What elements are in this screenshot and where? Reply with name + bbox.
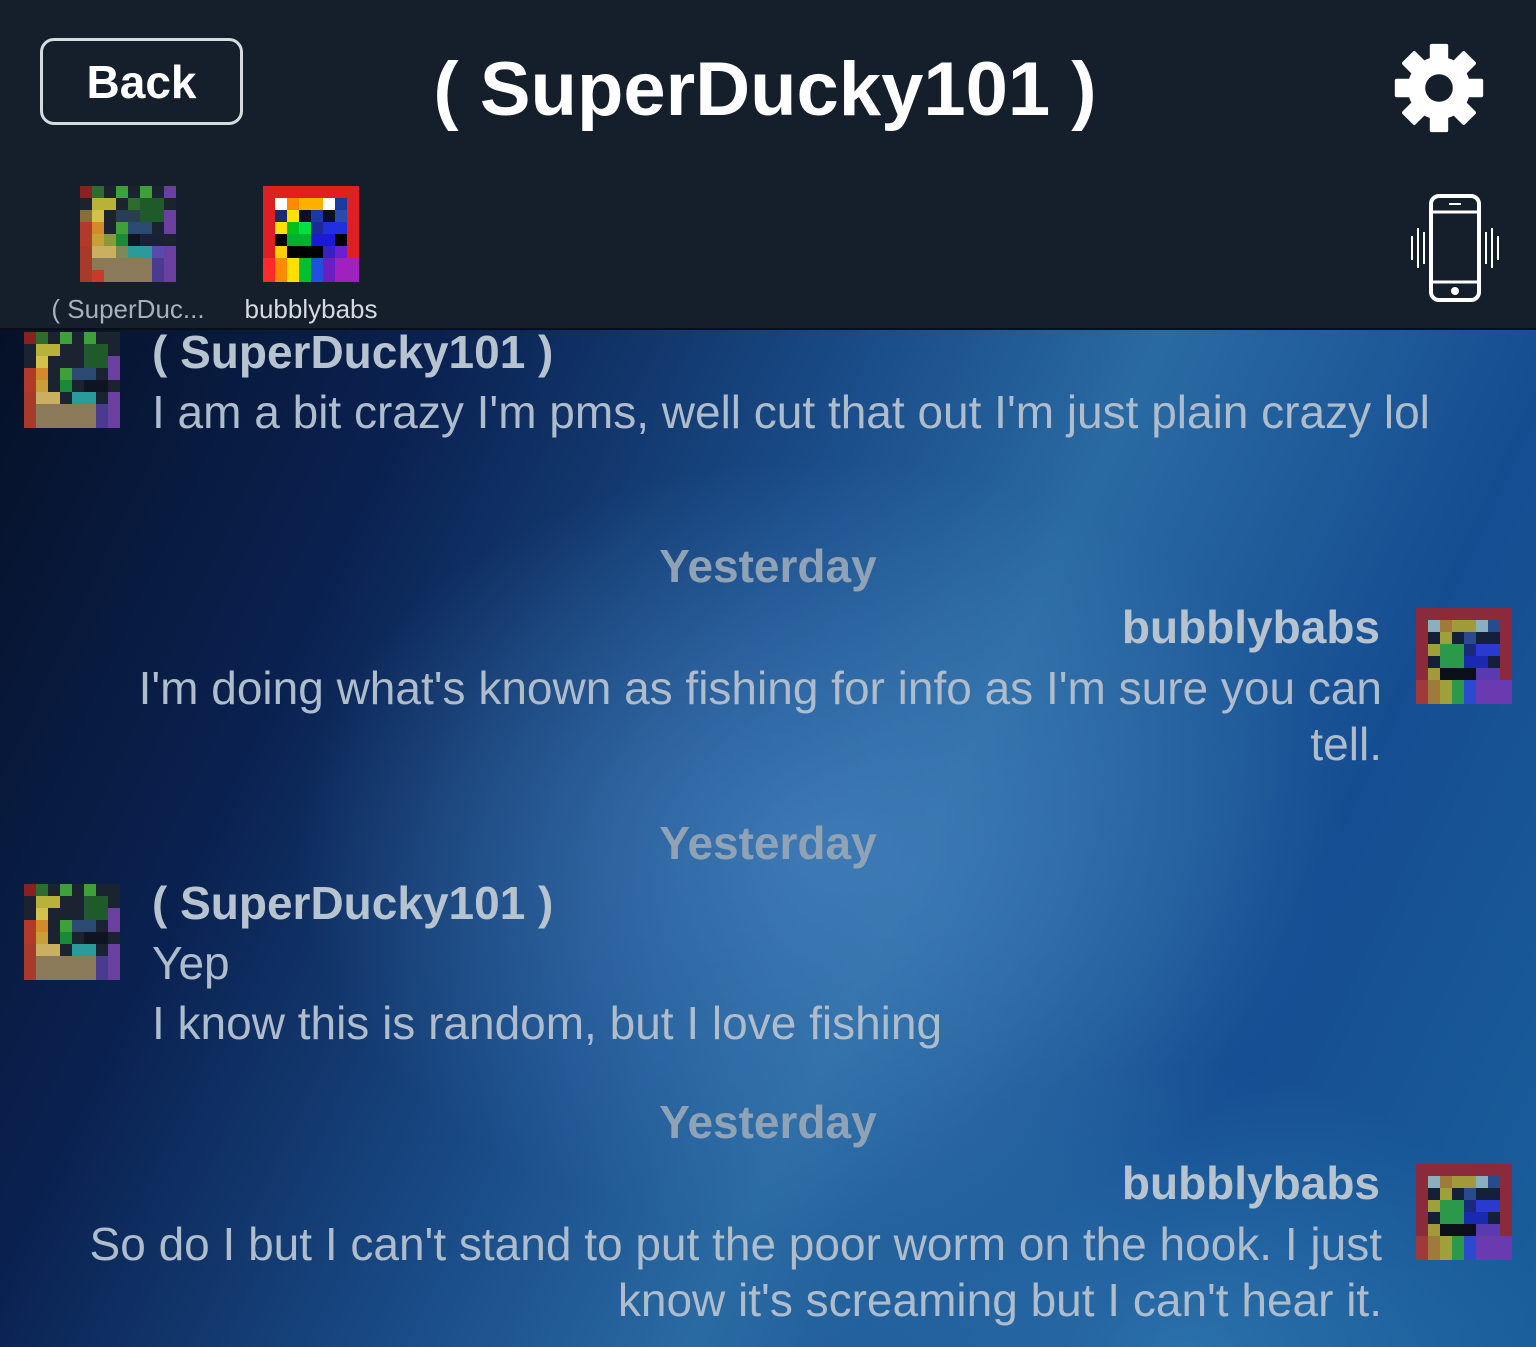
message-line: tell.: [1310, 718, 1382, 770]
message-line: I'm doing what's known as fishing for in…: [138, 662, 1382, 714]
avatar: [80, 186, 176, 282]
avatar[interactable]: [24, 884, 120, 980]
gear-icon[interactable]: [1393, 42, 1485, 134]
message-text: I am a bit crazy I'm pms, well cut that …: [152, 384, 1430, 440]
chat-header: Back ( SuperDucky101 ) (SuperDuc... bub…: [0, 0, 1536, 330]
phone-vibrate-icon[interactable]: [1408, 192, 1502, 304]
participant-bubblybabs[interactable]: bubblybabs: [232, 186, 390, 324]
message-line: Yep: [152, 937, 230, 989]
back-button[interactable]: Back: [40, 38, 243, 125]
message-text: I'm doing what's known as fishing for in…: [139, 660, 1382, 772]
date-separator: Yesterday: [659, 1096, 877, 1148]
message-line: know it's screaming but I can't hear it.: [617, 1274, 1382, 1326]
avatar[interactable]: [1416, 1164, 1512, 1260]
avatar[interactable]: [1416, 608, 1512, 704]
message-text: So do I but I can't stand to put the poo…: [90, 1216, 1382, 1328]
message-sender: ( SuperDucky101 ): [152, 330, 554, 378]
date-separator: Yesterday: [659, 817, 877, 869]
date-separator: Yesterday: [659, 540, 877, 592]
message-line: I am a bit crazy I'm pms, well cut that …: [152, 386, 1430, 438]
message-sender: bubblybabs: [1121, 601, 1380, 653]
participant-name: bubblybabs: [244, 294, 378, 324]
message-sender: ( SuperDucky101 ): [152, 877, 554, 929]
message-sender: bubblybabs: [1121, 1157, 1380, 1209]
message-line: So do I but I can't stand to put the poo…: [89, 1218, 1382, 1270]
message-text: Yep I know this is random, but I love fi…: [152, 935, 942, 1051]
message-list[interactable]: ( SuperDucky101 ) I am a bit crazy I'm p…: [0, 330, 1536, 1347]
message-line: I know this is random, but I love fishin…: [152, 997, 943, 1049]
avatar[interactable]: [24, 332, 120, 428]
participant-superducky[interactable]: ( SuperDuc...: [40, 186, 216, 324]
participant-name: ( SuperDuc...: [51, 294, 205, 324]
conversation-title: ( SuperDucky101 ): [433, 47, 1097, 132]
avatar: [263, 186, 359, 282]
